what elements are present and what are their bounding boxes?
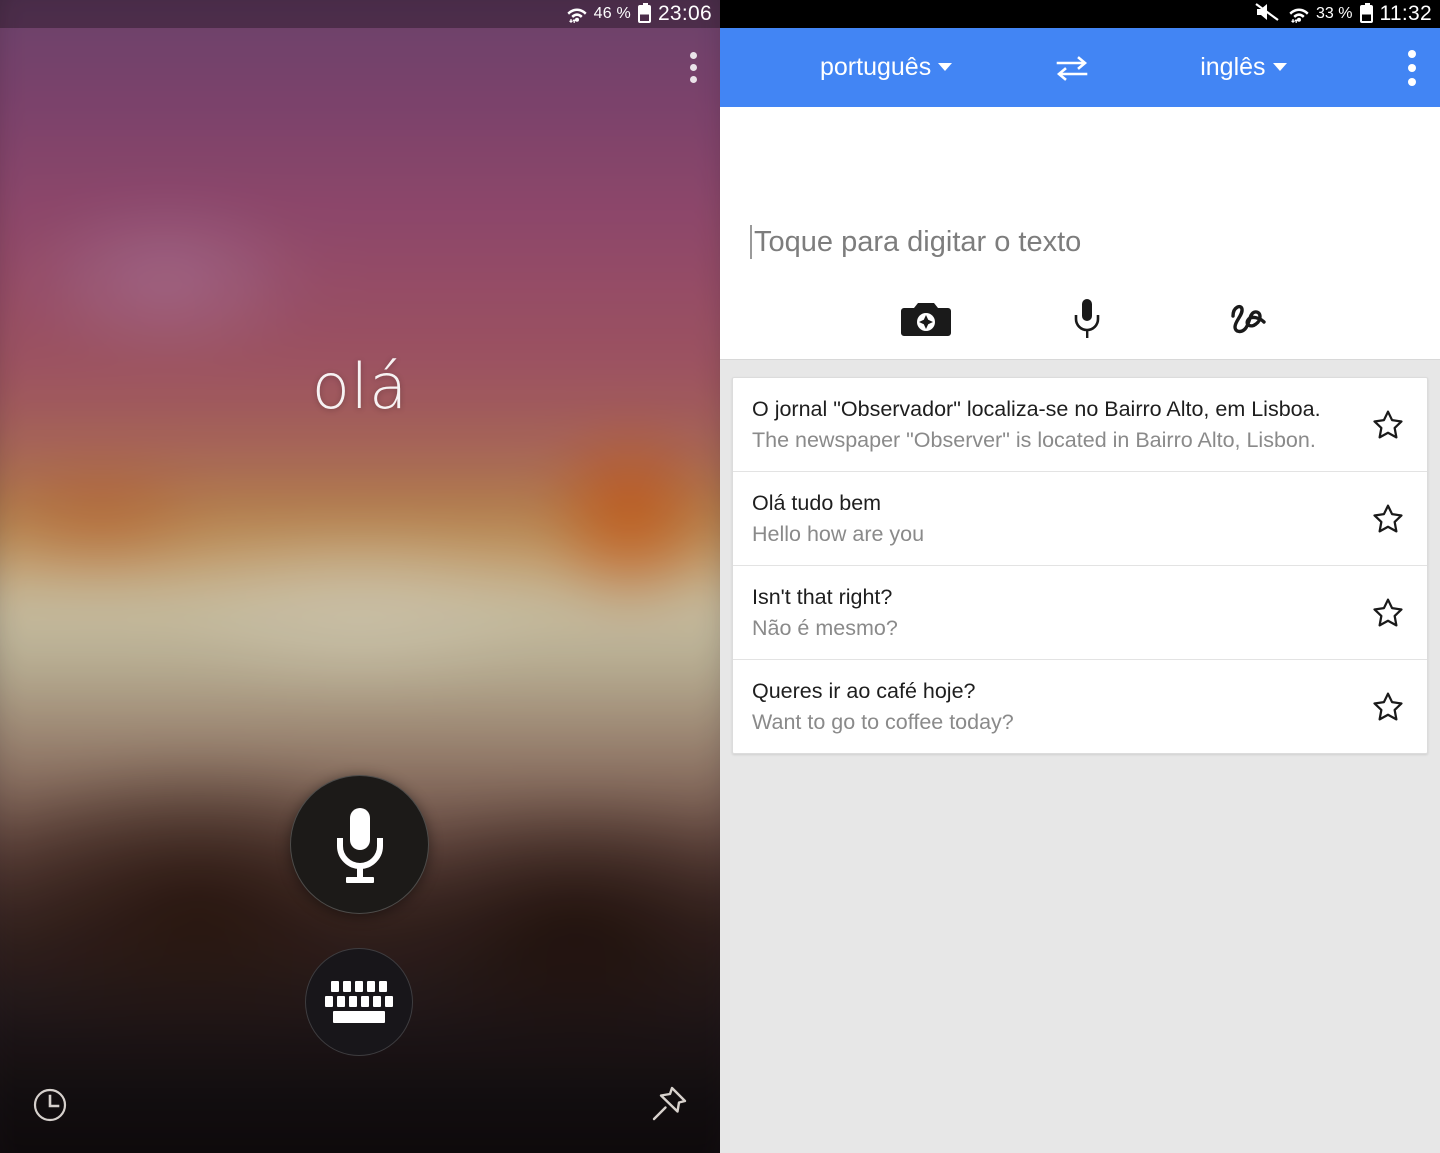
status-bar-left: 46 % 23:06 (0, 0, 720, 28)
source-language-label: português (820, 53, 932, 81)
swap-languages-button[interactable] (1052, 52, 1092, 84)
history-item-texts: O jornal "Observador" localiza-se no Bai… (752, 394, 1349, 455)
star-button[interactable] (1349, 596, 1427, 630)
clock-right: 11:32 (1379, 2, 1432, 25)
swap-arrows-icon (1056, 55, 1088, 81)
voice-assistant-panel: 46 % 23:06 olá (0, 0, 720, 1153)
history-source-text: Olá tudo bem (752, 491, 882, 516)
history-item[interactable]: Olá tudo bem Hello how are you (733, 472, 1427, 567)
status-bar-right: 33 % 11:32 (720, 0, 1440, 28)
star-button[interactable] (1349, 408, 1427, 442)
camera-input-button[interactable] (900, 298, 952, 340)
keyboard-icon (325, 981, 393, 1023)
dot (690, 52, 697, 59)
history-item-texts: Isn't that right? Não é mesmo? (752, 582, 1349, 643)
dot (690, 76, 697, 83)
history-source-text: Isn't that right? (752, 585, 893, 610)
recognized-word: olá (311, 350, 409, 423)
battery-icon (637, 3, 651, 23)
keyboard-row (331, 981, 387, 992)
star-button[interactable] (1349, 690, 1427, 724)
history-target-text: Hello how are you (752, 521, 925, 546)
target-language-selector[interactable]: inglês (1200, 53, 1287, 82)
dot (690, 64, 697, 71)
input-method-bar (720, 297, 1440, 341)
history-item[interactable]: Isn't that right? Não é mesmo? (733, 566, 1427, 661)
translation-input-card[interactable]: Toque para digitar o texto (720, 107, 1440, 360)
google-translate-panel: 33 % 11:32 português inglês Toque para d… (720, 0, 1440, 1153)
history-button[interactable] (30, 1085, 70, 1125)
overflow-menu-icon[interactable] (1408, 49, 1416, 86)
mute-icon (1254, 2, 1280, 27)
history-target-text: Want to go to coffee today? (752, 709, 1014, 734)
keyboard-spacebar (333, 1011, 385, 1023)
pin-button[interactable] (648, 1083, 690, 1125)
target-language-label: inglês (1200, 53, 1266, 81)
chevron-down-icon (938, 63, 953, 71)
history-item-texts: Olá tudo bem Hello how are you (752, 488, 1349, 549)
handwriting-icon (1231, 304, 1266, 334)
clock-icon (33, 1088, 67, 1122)
chevron-down-icon (1272, 63, 1287, 71)
input-placeholder-label: Toque para digitar o texto (754, 225, 1082, 258)
dot (1408, 49, 1416, 58)
keyboard-row (325, 996, 393, 1007)
history-target-text: The newspaper "Observer" is located in B… (752, 427, 1316, 452)
history-target-text: Não é mesmo? (752, 615, 898, 640)
microphone-icon (1074, 299, 1100, 338)
dual-screenshot: 46 % 23:06 olá 33 % 11:32 português ingl… (0, 0, 1440, 1153)
history-item[interactable]: Queres ir ao café hoje? Want to go to co… (733, 660, 1427, 753)
dot (1408, 77, 1416, 86)
wifi-icon (1287, 4, 1309, 24)
history-item-texts: Queres ir ao café hoje? Want to go to co… (752, 676, 1349, 737)
handwriting-input-button[interactable] (1224, 298, 1272, 340)
wifi-icon (565, 4, 587, 24)
battery-percent-left: 46 % (593, 5, 631, 22)
star-button[interactable] (1349, 502, 1427, 536)
voice-input-button[interactable] (1072, 297, 1102, 341)
pin-icon (652, 1086, 687, 1121)
text-cursor (750, 225, 752, 259)
battery-percent-right: 33 % (1316, 5, 1353, 22)
star-outline-icon (1373, 692, 1403, 721)
star-outline-icon (1373, 410, 1403, 438)
dot (1408, 63, 1416, 72)
camera-icon (901, 303, 951, 336)
history-source-text: Queres ir ao café hoje? (752, 679, 976, 704)
text-input-field[interactable]: Toque para digitar o texto (750, 225, 1081, 259)
star-outline-icon (1373, 504, 1403, 533)
translation-history-list: O jornal "Observador" localiza-se no Bai… (732, 377, 1428, 755)
keyboard-button[interactable] (305, 948, 413, 1056)
star-outline-icon (1373, 598, 1403, 627)
battery-icon (1359, 3, 1373, 23)
mic-button[interactable] (290, 775, 429, 914)
microphone-icon (336, 807, 383, 883)
history-item[interactable]: O jornal "Observador" localiza-se no Bai… (733, 378, 1427, 473)
overflow-menu-icon[interactable] (690, 52, 700, 83)
clock-left: 23:06 (657, 2, 712, 25)
source-language-selector[interactable]: português (820, 53, 953, 82)
history-source-text: O jornal "Observador" localiza-se no Bai… (752, 397, 1321, 421)
translate-app-bar: português inglês (720, 28, 1440, 107)
